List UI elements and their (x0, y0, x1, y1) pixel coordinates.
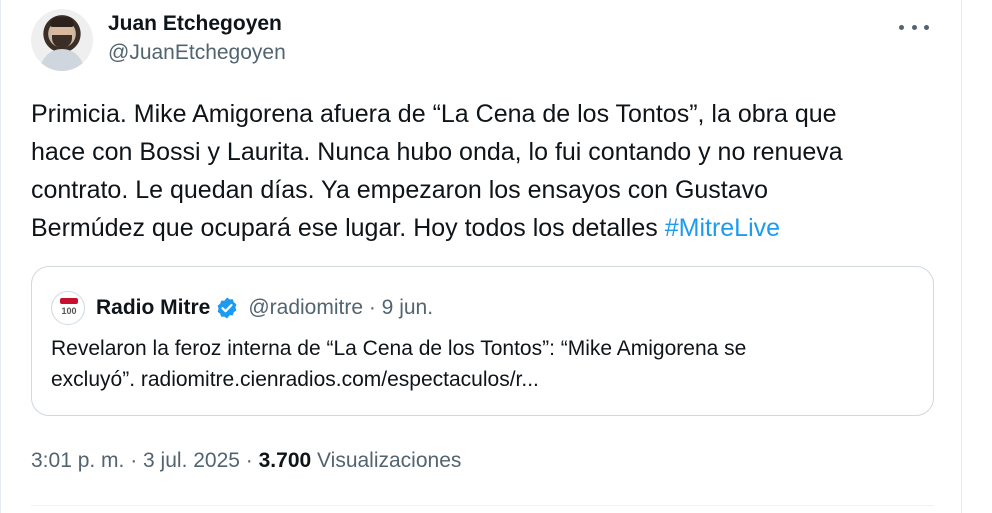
hashtag-link[interactable]: #MitreLive (665, 214, 780, 242)
quoted-avatar-logo-text: 100 (61, 306, 77, 316)
timestamp[interactable]: 3:01 p. m. · 3 jul. 2025 · (31, 449, 259, 472)
tweet-card: Juan Etchegoyen @JuanEtchegoyen Primicia… (0, 0, 962, 513)
more-dot (899, 24, 904, 30)
avatar-hair (50, 17, 74, 27)
divider (31, 505, 934, 506)
quoted-header: 100 Radio Mitre @radiomitre · 9 jun. (51, 291, 433, 325)
quoted-author-name[interactable]: Radio Mitre (96, 296, 210, 320)
avatar-beard (52, 35, 72, 48)
tweet-meta: 3:01 p. m. · 3 jul. 2025 · 3.700 Visuali… (31, 446, 461, 476)
author-display-name[interactable]: Juan Etchegoyen (108, 10, 286, 38)
views-count: 3.700 (258, 449, 312, 472)
author-names: Juan Etchegoyen @JuanEtchegoyen (108, 10, 286, 68)
quoted-tweet[interactable]: 100 Radio Mitre @radiomitre · 9 jun. Rev… (31, 266, 934, 416)
verified-badge-icon (215, 296, 239, 320)
author-avatar[interactable] (31, 9, 93, 71)
tweet-header: Juan Etchegoyen @JuanEtchegoyen (31, 9, 951, 73)
more-horizontal-icon[interactable] (899, 17, 929, 37)
author-handle[interactable]: @JuanEtchegoyen (108, 38, 286, 68)
quoted-handle-date[interactable]: @radiomitre · 9 jun. (248, 296, 433, 320)
tweet-body: Primicia. Mike Amigorena afuera de “La C… (31, 95, 946, 247)
avatar-shirt (40, 49, 84, 71)
quoted-avatar[interactable]: 100 (51, 291, 85, 325)
more-dot (924, 24, 929, 30)
quoted-text: Revelaron la feroz interna de “La Cena d… (51, 337, 747, 391)
views-label: Visualizaciones (311, 449, 462, 472)
quoted-avatar-logo-bar (60, 298, 78, 304)
more-dot (911, 24, 917, 30)
